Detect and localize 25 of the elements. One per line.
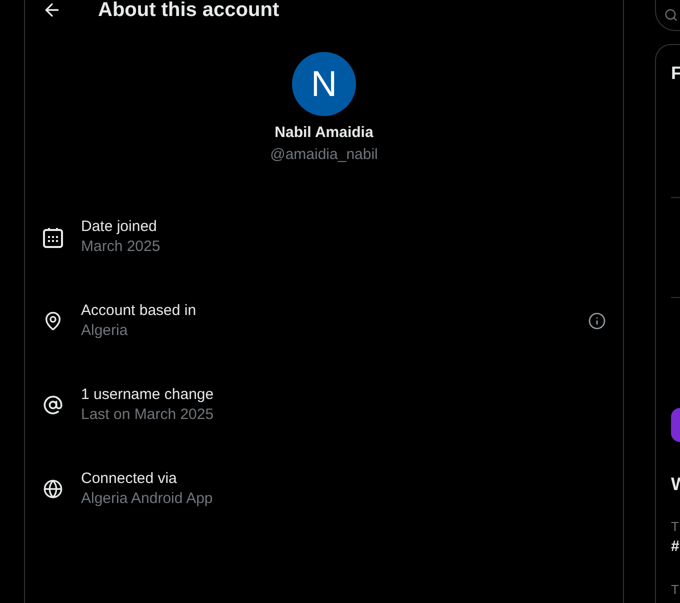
detail-value: Last on March 2025 <box>81 405 214 425</box>
detail-label: Connected via <box>81 469 177 489</box>
detail-label: 1 username change <box>81 385 214 405</box>
detail-value: March 2025 <box>81 237 160 257</box>
page-title: About this account <box>98 0 280 20</box>
search-field[interactable] <box>655 0 680 31</box>
info-icon[interactable] <box>588 312 606 330</box>
detail-value: Algeria Android App <box>81 489 213 509</box>
location-pin-icon <box>43 311 63 331</box>
calendar-icon <box>43 226 63 248</box>
trend-category: T <box>671 582 679 598</box>
detail-label: Account based in <box>81 301 196 321</box>
detail-value: Algeria <box>81 321 128 341</box>
trend-title[interactable]: # <box>671 537 680 557</box>
detail-label: Date joined <box>81 217 157 237</box>
avatar: N <box>292 52 356 116</box>
search-icon <box>664 8 678 22</box>
globe-icon <box>43 479 63 499</box>
username-handle: @amaidia_nabil <box>270 145 378 165</box>
rounded-tile <box>671 408 680 442</box>
at-sign-icon <box>43 395 63 415</box>
display-name: Nabil Amaidia <box>274 123 374 143</box>
card-heading: F <box>671 62 680 85</box>
card-heading: W <box>671 473 680 496</box>
trend-category: T <box>671 519 679 535</box>
